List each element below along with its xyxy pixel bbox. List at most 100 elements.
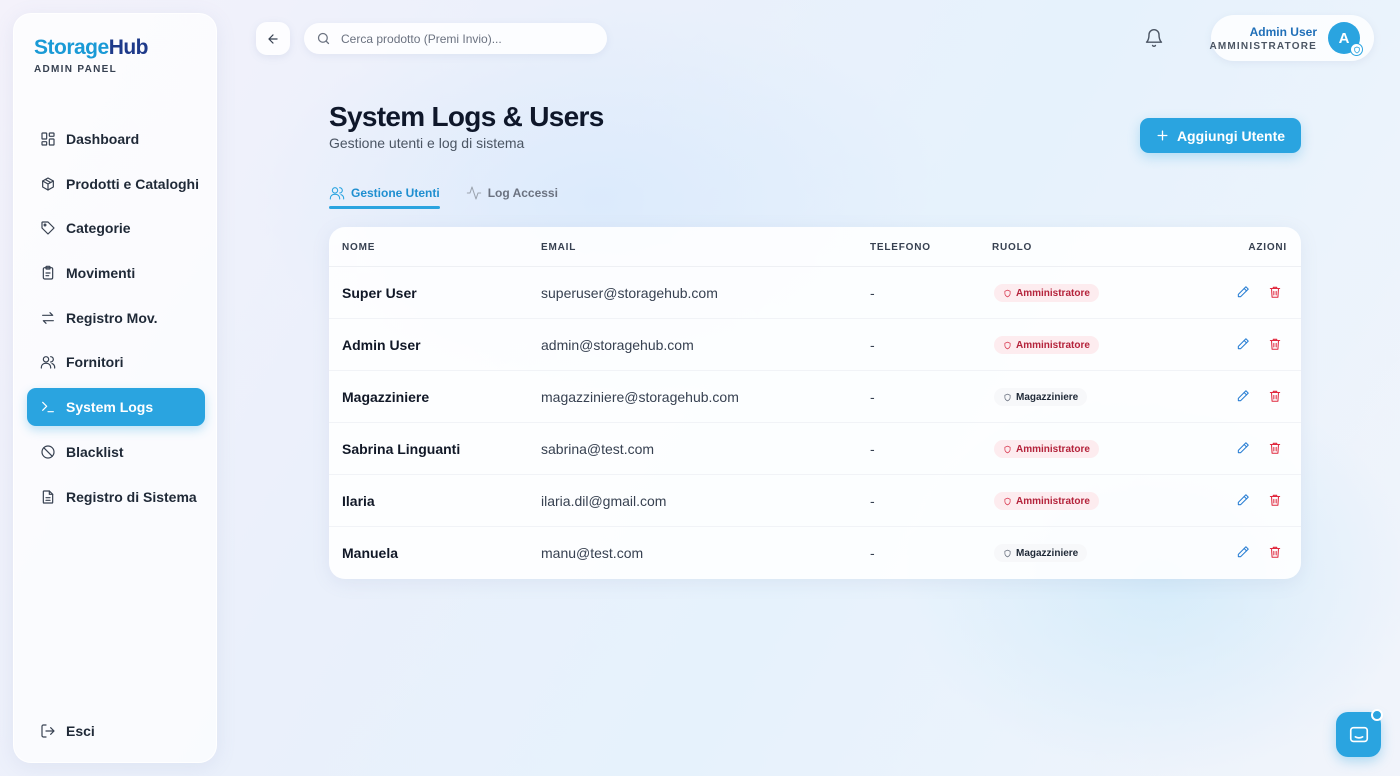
pencil-icon bbox=[1237, 494, 1249, 506]
trash-icon bbox=[1269, 390, 1281, 402]
column-header-phone: TELEFONO bbox=[870, 242, 931, 253]
file-text-icon bbox=[42, 489, 54, 504]
edit-user-button[interactable] bbox=[1236, 389, 1250, 403]
pencil-icon bbox=[1237, 286, 1249, 298]
sidebar-item-label: Fornitori bbox=[66, 354, 124, 371]
delete-user-button[interactable] bbox=[1268, 389, 1282, 403]
sidebar-item-label: System Logs bbox=[66, 399, 154, 416]
search-bar bbox=[304, 23, 607, 54]
page-title: System Logs & Users bbox=[329, 101, 604, 132]
plus-icon bbox=[1157, 130, 1168, 141]
table-row: Super User superuser@storagehub.com - Ammin… bbox=[329, 267, 1301, 319]
trash-icon bbox=[1269, 442, 1281, 454]
user-phone-cell: - bbox=[870, 441, 875, 457]
sidebar-item-prodotti[interactable]: Prodotti e Cataloghi bbox=[27, 165, 205, 203]
clipboard-icon bbox=[42, 265, 54, 280]
user-menu[interactable]: Admin User AMMINISTRATORE A bbox=[1209, 15, 1374, 61]
brand-logo[interactable]: StorageHub ADMIN PANEL bbox=[34, 36, 149, 75]
brand-name: StorageHub bbox=[34, 36, 149, 59]
delete-user-button[interactable] bbox=[1268, 337, 1282, 351]
role-badge-label: Amministratore bbox=[1016, 495, 1090, 507]
role-badge: Amministratore bbox=[994, 336, 1099, 354]
sidebar-item-dashboard[interactable]: Dashboard bbox=[27, 120, 205, 158]
notifications-button[interactable] bbox=[1144, 28, 1164, 48]
user-phone-cell: - bbox=[870, 493, 875, 509]
user-phone-cell: - bbox=[870, 337, 875, 353]
sidebar-item-label: Registro Mov. bbox=[66, 309, 158, 326]
users-table: NOME EMAIL TELEFONO RUOLO AZIONI Super U… bbox=[329, 227, 1301, 579]
page-subtitle: Gestione utenti e log di sistema bbox=[329, 135, 525, 151]
role-badge: Amministratore bbox=[994, 440, 1099, 458]
user-name-cell: Sabrina Linguanti bbox=[342, 441, 461, 457]
sidebar-item-categorie[interactable]: Categorie bbox=[27, 209, 205, 247]
shield-icon bbox=[1003, 393, 1016, 402]
edit-user-button[interactable] bbox=[1236, 337, 1250, 351]
edit-user-button[interactable] bbox=[1236, 285, 1250, 299]
table-row: Sabrina Linguanti sabrina@test.com - Ammini… bbox=[329, 423, 1301, 475]
user-name-cell: Manuela bbox=[342, 545, 399, 561]
sidebar-item-movimenti[interactable]: Movimenti bbox=[27, 254, 205, 292]
sidebar-item-blacklist[interactable]: Blacklist bbox=[27, 433, 205, 471]
role-badge-label: Magazziniere bbox=[1016, 391, 1079, 403]
user-email-cell: admin@storagehub.com bbox=[541, 337, 694, 353]
tab-label: Log Accessi bbox=[487, 186, 558, 200]
user-email-cell: magazziniere@storagehub.com bbox=[541, 389, 739, 405]
tab-log-accessi[interactable]: Log Accessi bbox=[466, 178, 558, 208]
trash-icon bbox=[1269, 338, 1281, 350]
add-user-button-label: Aggiungi Utente bbox=[1176, 127, 1286, 144]
sidebar-item-label: Registro di Sistema bbox=[66, 488, 197, 505]
sidebar-item-fornitori[interactable]: Fornitori bbox=[27, 343, 205, 381]
user-email-cell: superuser@storagehub.com bbox=[541, 285, 718, 301]
tab-gestione-utenti[interactable]: Gestione Utenti bbox=[329, 178, 440, 209]
table-header: NOME EMAIL TELEFONO RUOLO AZIONI bbox=[329, 227, 1301, 267]
add-user-button[interactable]: Aggiungi Utente bbox=[1140, 118, 1301, 153]
delete-user-button[interactable] bbox=[1268, 285, 1282, 299]
edit-user-button[interactable] bbox=[1236, 493, 1250, 507]
users-icon bbox=[40, 356, 56, 370]
dashboard-icon bbox=[41, 132, 55, 146]
users-icon bbox=[329, 187, 345, 200]
delete-user-button[interactable] bbox=[1268, 441, 1282, 455]
user-name-cell: Ilaria bbox=[342, 493, 375, 509]
column-header-name: NOME bbox=[342, 242, 376, 253]
user-name-cell: Admin User bbox=[342, 337, 421, 353]
sidebar-item-label: Blacklist bbox=[66, 443, 124, 460]
trash-icon bbox=[1269, 494, 1281, 506]
delete-user-button[interactable] bbox=[1268, 545, 1282, 559]
sidebar-item-registro-mov[interactable]: Registro Mov. bbox=[27, 299, 205, 337]
search-input[interactable] bbox=[341, 31, 591, 46]
user-phone-cell: - bbox=[870, 389, 875, 405]
edit-user-button[interactable] bbox=[1236, 441, 1250, 455]
sidebar-item-registro-sistema[interactable]: Registro di Sistema bbox=[27, 478, 205, 516]
logout-button[interactable]: Esci bbox=[27, 712, 205, 750]
role-badge-label: Amministratore bbox=[1016, 287, 1090, 299]
chat-icon bbox=[1349, 726, 1368, 742]
role-badge: Magazziniere bbox=[994, 544, 1088, 562]
delete-user-button[interactable] bbox=[1268, 493, 1282, 507]
shield-icon bbox=[1003, 497, 1016, 506]
sidebar: StorageHub ADMIN PANEL Dashboard Prodott… bbox=[13, 13, 217, 763]
search-icon bbox=[317, 32, 330, 45]
user-email-cell: sabrina@test.com bbox=[541, 441, 655, 457]
back-button[interactable] bbox=[256, 22, 290, 55]
user-phone-cell: - bbox=[870, 545, 875, 561]
brand-subtitle: ADMIN PANEL bbox=[34, 64, 118, 75]
role-badge: Amministratore bbox=[994, 284, 1099, 302]
sidebar-item-label: Prodotti e Cataloghi bbox=[66, 175, 199, 192]
user-name-cell: Super User bbox=[342, 285, 417, 301]
activity-icon bbox=[466, 186, 481, 200]
sidebar-item-system-logs[interactable]: System Logs bbox=[27, 388, 205, 427]
pencil-icon bbox=[1237, 390, 1249, 402]
arrows-swap-icon bbox=[42, 311, 54, 324]
trash-icon bbox=[1269, 546, 1281, 558]
user-email-cell: manu@test.com bbox=[541, 545, 644, 561]
package-icon bbox=[42, 177, 54, 191]
user-name-cell: Magazziniere bbox=[342, 389, 430, 405]
shield-icon bbox=[1003, 289, 1016, 298]
edit-user-button[interactable] bbox=[1236, 545, 1250, 559]
pencil-icon bbox=[1237, 546, 1249, 558]
shield-icon bbox=[1003, 549, 1016, 558]
role-badge-label: Magazziniere bbox=[1016, 547, 1079, 559]
shield-icon bbox=[1003, 341, 1016, 350]
sidebar-item-label: Dashboard bbox=[66, 131, 140, 147]
